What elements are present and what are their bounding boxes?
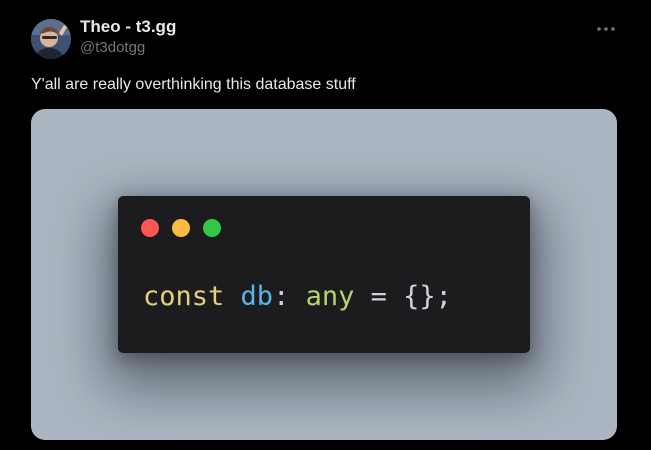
avatar[interactable] bbox=[31, 19, 71, 59]
maximize-dot-icon bbox=[203, 219, 221, 237]
code-line: const db: any = {}; bbox=[143, 279, 452, 315]
close-dot-icon bbox=[141, 219, 159, 237]
avatar-image bbox=[31, 19, 71, 59]
more-horizontal-icon[interactable] bbox=[594, 22, 618, 36]
code-window: const db: any = {}; bbox=[118, 196, 530, 353]
code-keyword: const bbox=[143, 281, 225, 312]
code-type: any bbox=[305, 281, 355, 312]
tweet-media-image[interactable]: const db: any = {}; bbox=[31, 109, 617, 440]
code-value: {}; bbox=[403, 281, 452, 312]
author-display-name[interactable]: Theo - t3.gg bbox=[80, 17, 176, 37]
minimize-dot-icon bbox=[172, 219, 190, 237]
author-handle[interactable]: @t3dotgg bbox=[80, 39, 145, 57]
tweet-card: Theo - t3.gg @t3dotgg Y'all are really o… bbox=[0, 0, 651, 450]
tweet-text: Y'all are really overthinking this datab… bbox=[31, 76, 356, 93]
code-operator: = bbox=[370, 281, 387, 312]
code-identifier: db bbox=[240, 281, 274, 312]
code-colon: : bbox=[273, 281, 290, 312]
